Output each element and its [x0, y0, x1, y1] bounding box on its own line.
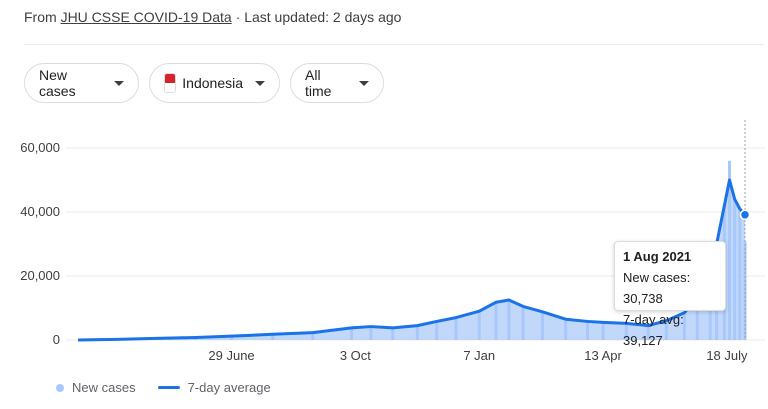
tooltip-date: 1 Aug 2021 [623, 249, 692, 264]
legend-item-average: 7-day average [157, 380, 271, 395]
tooltip-average: 7-day avg: 39,127 [623, 312, 684, 348]
legend-label-new-cases: New cases [72, 380, 136, 395]
tooltip-new-cases: New cases: 30,738 [623, 270, 691, 306]
x-tick-label: 3 Oct [340, 348, 371, 363]
y-tick-label: 40,000 [20, 204, 60, 219]
chart-tooltip: 1 Aug 2021 New cases: 30,738 7-day avg: … [614, 241, 726, 348]
legend-label-average: 7-day average [187, 380, 271, 395]
legend-item-new-cases: New cases [56, 380, 136, 395]
hover-point [739, 209, 751, 221]
chart-legend: New cases 7-day average [56, 380, 293, 395]
y-tick-label: 0 [53, 332, 60, 347]
x-tick-label: 7 Jan [463, 348, 495, 363]
y-tick-label: 60,000 [20, 140, 60, 155]
legend-line-icon [157, 386, 180, 389]
legend-dot-icon [56, 383, 64, 392]
y-tick-label: 20,000 [20, 268, 60, 283]
x-tick-label: 29 June [208, 348, 254, 363]
x-tick-label: 13 Apr [584, 348, 622, 363]
